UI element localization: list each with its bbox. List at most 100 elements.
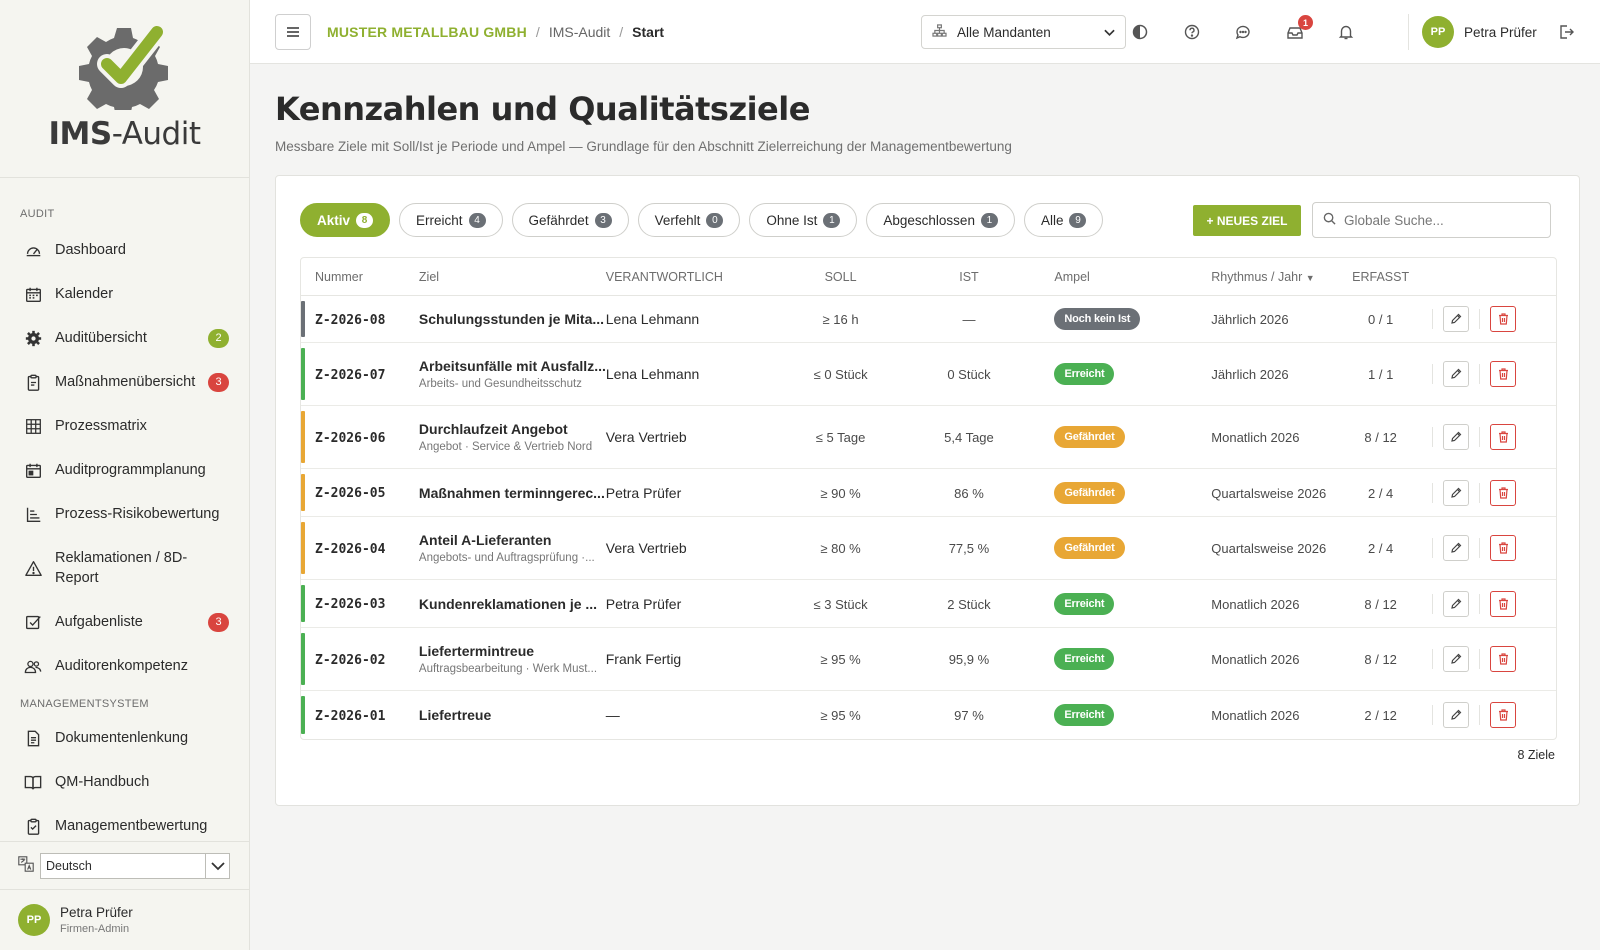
actual-value: 77,5 % (948, 541, 990, 556)
edit-button[interactable] (1443, 702, 1470, 728)
topbar: MUSTER METALLBAU GMBH / IMS-Audit / Star… (250, 0, 1600, 64)
edit-button[interactable] (1443, 535, 1470, 561)
recorded: 2 / 4 (1367, 541, 1394, 556)
edit-button[interactable] (1443, 479, 1470, 506)
status-badge: Erreicht (1054, 704, 1115, 726)
logout-icon[interactable] (1556, 22, 1576, 42)
help-icon[interactable] (1182, 22, 1202, 42)
goal-title[interactable]: Anteil A-Lieferanten (419, 532, 606, 548)
table-row[interactable]: Z-2026-06 Durchlaufzeit Angebot Angebot ·… (301, 406, 1556, 469)
filter-erreicht[interactable]: Erreicht 4 (399, 203, 503, 237)
target-value: ≥ 16 h (822, 312, 859, 327)
inbox-notification-icon[interactable]: 1 (1285, 15, 1313, 42)
breadcrumb-company[interactable]: MUSTER METALLBAU GMBH (327, 24, 527, 40)
goal-title[interactable]: Arbeitsunfälle mit Ausfallz... (419, 358, 606, 374)
col-header-traffic-light[interactable]: Ampel (1032, 270, 1189, 284)
delete-button[interactable] (1490, 535, 1517, 561)
logo[interactable]: IMS-Audit (0, 0, 249, 178)
delete-button[interactable] (1490, 646, 1517, 672)
sidebar-item-aufgabenliste[interactable]: Aufgabenliste 3 (0, 600, 249, 644)
goal-title[interactable]: Maßnahmen terminngerec... (419, 485, 606, 501)
filter-verfehlt[interactable]: Verfehlt 0 (637, 203, 741, 237)
col-header-responsible[interactable]: VERANTWORTLICH (606, 270, 776, 284)
contrast-icon[interactable] (1130, 22, 1150, 42)
edit-button[interactable] (1443, 590, 1470, 617)
tenant-select[interactable]: Alle Mandanten (921, 15, 1126, 49)
sidebar-user[interactable]: PP Petra Prüfer Firmen-Admin (0, 889, 249, 950)
sidebar-item-prozess-risikobewertung[interactable]: Prozess-Risikobewertung (0, 492, 249, 536)
chevron-down-icon (205, 853, 229, 878)
status-badge: Noch kein Ist (1054, 308, 1141, 330)
search-input[interactable] (1344, 212, 1544, 228)
col-header-recorded[interactable]: ERFASST (1339, 270, 1422, 284)
sidebar-item-massnahmenubersicht[interactable]: Maßnahmenübersicht 3 (0, 360, 249, 404)
goal-title[interactable]: Liefertreue (419, 707, 606, 723)
language-select[interactable]: Deutsch (40, 852, 230, 879)
table-row[interactable]: Z-2026-03 Kundenreklamationen je ... Pet… (301, 580, 1556, 628)
table-row[interactable]: Z-2026-04 Anteil A-Lieferanten Angebots- … (301, 517, 1556, 580)
table-row[interactable]: Z-2026-05 Maßnahmen terminngerec... Petr… (301, 469, 1556, 517)
col-header-goal[interactable]: Ziel (419, 270, 606, 284)
responsible: Petra Prüfer (605, 484, 682, 501)
table-row[interactable]: Z-2026-01 Liefertreue — ≥ 95 % 97 % Erre… (301, 691, 1556, 739)
menu-toggle-button[interactable] (275, 13, 311, 50)
filter-label: Abgeschlossen (883, 212, 975, 228)
edit-button[interactable] (1443, 306, 1470, 332)
new-goal-button[interactable]: + NEUES ZIEL (1193, 205, 1301, 236)
status-badge: Gefährdet (1054, 481, 1125, 504)
col-header-rhythm[interactable]: Rhythmus / Jahr ▼ (1189, 270, 1339, 284)
top-user-menu[interactable]: PP Petra Prüfer (1422, 16, 1537, 48)
target-value: ≥ 95 % (820, 708, 861, 723)
delete-button[interactable] (1490, 479, 1517, 506)
filter-alle[interactable]: Alle 9 (1023, 203, 1104, 237)
sidebar-item-reklamationen[interactable]: Reklamationen / 8D-Report (0, 536, 249, 600)
edit-button[interactable] (1443, 424, 1470, 450)
goal-title[interactable]: Liefertermintreue (419, 643, 606, 659)
breadcrumb-separator: / (619, 23, 624, 40)
sidebar-item-kalender[interactable]: Kalender (0, 272, 249, 316)
language-area: Deutsch (0, 841, 249, 889)
filter-gefahrdet[interactable]: Gefährdet 3 (511, 203, 629, 237)
sidebar-item-qm-handbuch[interactable]: QM-Handbuch (0, 760, 249, 804)
table-row[interactable]: Z-2026-02 Liefertermintreue Auftragsbearb… (301, 628, 1556, 691)
sidebar-item-managementbewertung[interactable]: Managementbewertung (0, 804, 249, 840)
sidebar-item-prozessmatrix[interactable]: Prozessmatrix (0, 404, 249, 448)
count-badge: 2 (208, 328, 229, 348)
sidebar-item-auditprogrammplanung[interactable]: Auditprogrammplanung (0, 448, 249, 492)
goals-card: Aktiv 8 Erreicht 4 Gefährdet 3 Verfehlt 0 Oh… (275, 175, 1580, 806)
delete-button[interactable] (1490, 424, 1517, 450)
filter-label: Gefährdet (528, 212, 589, 228)
sidebar-item-auditorenkompetenz[interactable]: Auditorenkompetenz (0, 644, 249, 688)
goal-title[interactable]: Durchlaufzeit Angebot (419, 421, 606, 437)
sidebar-item-label: Prozessmatrix (55, 418, 147, 434)
delete-button[interactable] (1490, 590, 1517, 617)
sidebar-item-dashboard[interactable]: Dashboard (0, 228, 249, 272)
col-header-number[interactable]: Nummer (301, 270, 419, 284)
trash-icon (1498, 709, 1508, 721)
goal-title[interactable]: Kundenreklamationen je ... (419, 596, 606, 612)
sidebar-item-dokumentenlenkung[interactable]: Dokumentenlenkung (0, 716, 249, 760)
breadcrumb-app[interactable]: IMS-Audit (549, 24, 610, 40)
col-header-actual[interactable]: IST (906, 270, 1033, 284)
status-badge: Gefährdet (1054, 426, 1125, 448)
delete-button[interactable] (1490, 306, 1517, 332)
edit-button[interactable] (1443, 646, 1470, 672)
nav-list[interactable]: Audit Dashboard Kalender Auditübersicht … (0, 200, 249, 840)
divider (1432, 427, 1434, 447)
table-row[interactable]: Z-2026-08 Schulungsstunden je Mita... Le… (301, 296, 1556, 343)
rhythm: Jährlich 2026 (1211, 312, 1289, 327)
filter-ohne-ist[interactable]: Ohne Ist 1 (749, 203, 858, 237)
table-row[interactable]: Z-2026-07 Arbeitsunfälle mit Ausfallz...… (301, 343, 1556, 406)
chat-icon[interactable] (1233, 22, 1253, 42)
edit-button[interactable] (1443, 361, 1470, 387)
sidebar-item-auditubersicht[interactable]: Auditübersicht 2 (0, 316, 249, 360)
bell-icon[interactable] (1336, 22, 1356, 42)
rhythm: Quartalsweise 2026 (1211, 541, 1327, 556)
goal-title[interactable]: Schulungsstunden je Mita... (419, 311, 606, 327)
filter-aktiv[interactable]: Aktiv 8 (300, 203, 391, 237)
filter-abgeschlossen[interactable]: Abgeschlossen 1 (866, 203, 1015, 237)
global-search[interactable] (1312, 202, 1551, 238)
delete-button[interactable] (1490, 702, 1517, 728)
col-header-target[interactable]: SOLL (776, 270, 906, 284)
delete-button[interactable] (1490, 361, 1517, 387)
